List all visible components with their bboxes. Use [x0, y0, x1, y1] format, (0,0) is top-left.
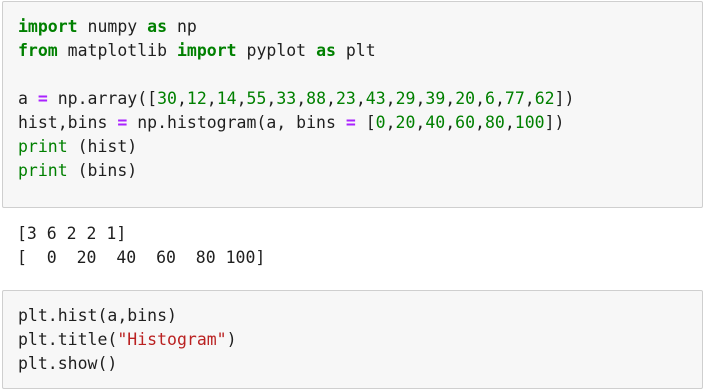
code-editor-2[interactable]: plt.hist(a,bins) plt.title("Histogram") pl… [18, 304, 237, 376]
code-token: = [117, 113, 128, 132]
code-token: plt.show() [18, 354, 118, 373]
code-token: np.array([ [47, 89, 158, 108]
code-token: 6 [485, 89, 495, 108]
code-line: a = np.array([30,12,14,55,33,88,23,43,29… [18, 87, 574, 111]
code-token: numpy [77, 17, 148, 36]
code-token: 80 [484, 113, 505, 132]
code-token: print [18, 161, 68, 180]
code-token: 40 [425, 113, 446, 132]
code-token: , [176, 89, 187, 108]
code-token: 43 [365, 89, 386, 108]
code-token: plt.title( [18, 330, 118, 349]
code-token: 33 [276, 89, 297, 108]
code-token: import [18, 17, 78, 36]
code-token: 30 [157, 89, 177, 108]
code-token: ]) [554, 89, 575, 108]
code-token: 60 [455, 113, 476, 132]
code-token: 62 [534, 89, 555, 108]
code-line: plt.title("Histogram") [18, 328, 237, 352]
code-token: as [316, 41, 336, 60]
code-cell-1[interactable]: import numpy as np from matplotlib import… [2, 1, 703, 208]
code-token: , [475, 113, 485, 132]
code-token: , [206, 89, 217, 108]
code-token: [ [355, 113, 376, 132]
code-line: print (hist) [18, 135, 574, 159]
code-token: ]) [544, 113, 565, 132]
code-token: , [504, 113, 515, 132]
code-token: from [18, 41, 58, 60]
code-token: as [147, 17, 168, 36]
code-token: , [385, 113, 396, 132]
code-token: 0 [375, 113, 386, 132]
code-cell-2[interactable]: plt.hist(a,bins) plt.title("Histogram") pl… [2, 290, 703, 389]
code-token: , [445, 113, 456, 132]
code-token: , [326, 89, 336, 108]
code-token: 88 [306, 89, 327, 108]
code-line: plt.hist(a,bins) [18, 304, 237, 328]
code-line: from matplotlib import pyplot as plt [18, 39, 574, 63]
code-token: , [475, 89, 486, 108]
code-token: plt.hist(a,bins) [18, 306, 177, 325]
code-token: 20 [455, 89, 476, 108]
code-token: ) [226, 330, 237, 349]
code-token: = [37, 89, 48, 108]
code-token: , [494, 89, 505, 108]
code-token: , [355, 89, 366, 108]
code-token: (bins) [67, 161, 138, 180]
code-token: , [524, 89, 535, 108]
code-token: , [445, 89, 456, 108]
code-token: = [345, 113, 356, 132]
cell-output-1: [3 6 2 2 1] [ 0 20 40 60 80 100] [17, 222, 265, 270]
code-token: 23 [335, 89, 356, 108]
code-token: np.histogram(a, bins [127, 113, 346, 132]
code-token: import [176, 41, 237, 60]
code-editor-1[interactable]: import numpy as np from matplotlib import… [18, 15, 574, 183]
code-token: pyplot [236, 41, 317, 60]
code-token: , [415, 113, 426, 132]
code-token: matplotlib [57, 41, 177, 60]
code-token: , [236, 89, 247, 108]
code-token: 14 [216, 89, 237, 108]
code-token: 39 [425, 89, 446, 108]
code-token: 20 [395, 113, 416, 132]
code-line: import numpy as np [18, 15, 574, 39]
output-line: [ 0 20 40 60 80 100] [17, 248, 266, 267]
output-line: [3 6 2 2 1] [17, 224, 127, 243]
code-token: 55 [246, 89, 267, 108]
code-token: , [296, 89, 307, 108]
code-token: 100 [514, 113, 545, 132]
code-line: plt.show() [18, 352, 237, 376]
code-line: print (bins) [18, 159, 574, 183]
code-token: print [18, 137, 68, 156]
code-token: hist,bins [18, 113, 118, 132]
code-token: 12 [186, 89, 207, 108]
code-token: , [385, 89, 396, 108]
code-token: 29 [395, 89, 416, 108]
code-token: "Histogram" [117, 330, 227, 349]
code-token: (hist) [67, 137, 138, 156]
code-token: a [18, 89, 38, 108]
code-token: plt [335, 41, 376, 60]
code-token: , [266, 89, 277, 108]
code-token: 77 [504, 89, 525, 108]
code-line: hist,bins = np.histogram(a, bins = [0,20… [18, 111, 574, 135]
code-token: np [167, 17, 197, 36]
code-token: , [415, 89, 426, 108]
